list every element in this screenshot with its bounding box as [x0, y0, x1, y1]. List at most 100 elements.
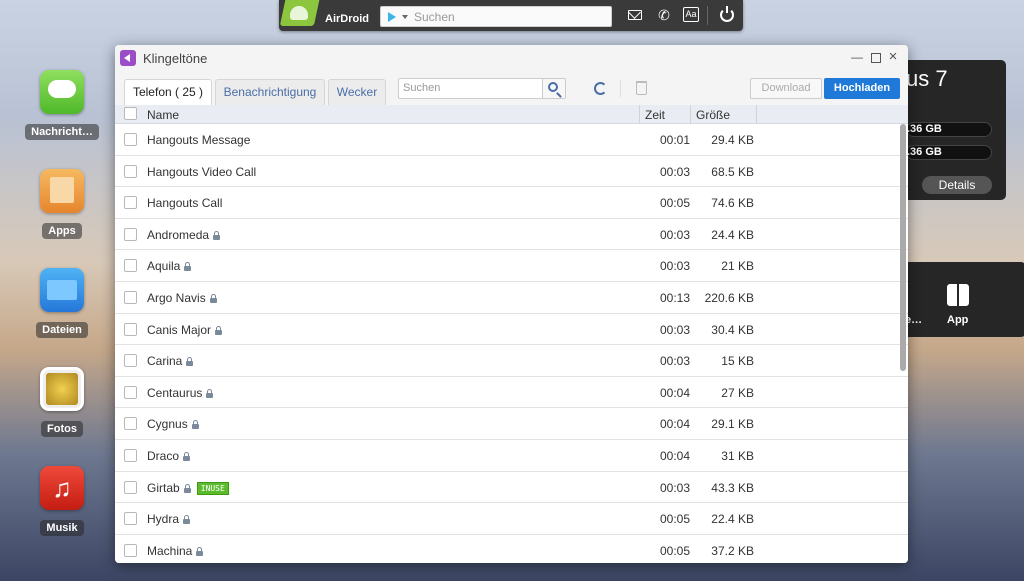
google-play-icon[interactable]	[388, 12, 396, 22]
ringtone-search-input[interactable]: Suchen	[398, 78, 566, 99]
ringtone-time: 00:05	[660, 196, 691, 211]
table-row[interactable]: Hangouts Call 00:05 74.6 KB	[115, 187, 908, 219]
airdroid-logo[interactable]: AirDroid	[279, 0, 375, 31]
table-row[interactable]: Hangouts Message 00:01 29.4 KB	[115, 124, 908, 156]
trash-icon[interactable]	[636, 81, 647, 95]
inuse-badge: INUSE	[196, 481, 229, 495]
select-all-checkbox[interactable]	[124, 107, 137, 120]
ringtone-name: Machina	[147, 544, 204, 558]
row-checkbox[interactable]	[124, 164, 137, 178]
ringtone-size: 15 KB	[721, 354, 754, 369]
desktop-label: Musik	[40, 520, 84, 536]
ringtone-name-text: Hangouts Call	[147, 196, 223, 211]
ringtone-time: 00:04	[660, 448, 691, 463]
app-label[interactable]: App	[947, 314, 968, 326]
ringtone-time: 00:03	[660, 227, 691, 242]
lock-icon	[183, 483, 191, 493]
table-row[interactable]: Hydra 00:05 22.4 KB	[115, 503, 908, 535]
app-icon[interactable]	[947, 284, 969, 306]
table-row[interactable]: Carina 00:03 15 KB	[115, 345, 908, 377]
table-row[interactable]: Machina 00:05 37.2 KB	[115, 534, 908, 563]
tab-telefon[interactable]: Telefon ( 25 )	[124, 79, 212, 105]
row-checkbox[interactable]	[124, 512, 137, 526]
minimize-icon[interactable]: —	[850, 50, 864, 64]
row-checkbox[interactable]	[124, 259, 137, 273]
table-row[interactable]: Argo Navis 00:13 220.6 KB	[115, 281, 908, 314]
ringtone-size: 29.4 KB	[711, 133, 754, 147]
table-row[interactable]: Hangouts Video Call 00:03 68.5 KB	[115, 155, 908, 188]
table-row[interactable]: Andromeda 00:03 24.4 KB	[115, 218, 908, 251]
column-time[interactable]: Zeit	[645, 108, 665, 122]
table-row[interactable]: Canis Major 00:03 30.4 KB	[115, 313, 908, 346]
upload-button[interactable]: Hochladen	[824, 78, 900, 99]
lock-icon	[213, 230, 221, 240]
search-button[interactable]	[542, 79, 565, 98]
row-checkbox[interactable]	[124, 354, 137, 368]
ringtone-name-text: Canis Major	[147, 322, 212, 337]
row-checkbox[interactable]	[124, 322, 137, 336]
photos-icon	[40, 367, 84, 411]
ringtone-size: 22.4 KB	[711, 512, 754, 527]
row-checkbox[interactable]	[124, 227, 137, 241]
scrollbar[interactable]	[900, 124, 906, 371]
table-row[interactable]: Draco 00:04 31 KB	[115, 439, 908, 472]
lock-icon	[206, 388, 214, 398]
ringtone-time: 00:03	[660, 354, 691, 369]
maximize-icon[interactable]	[868, 50, 882, 64]
row-checkbox[interactable]	[124, 133, 137, 146]
chevron-down-icon[interactable]	[402, 15, 408, 19]
row-checkbox[interactable]	[124, 480, 137, 494]
refresh-icon[interactable]	[594, 82, 607, 95]
power-icon[interactable]	[720, 6, 734, 22]
tools-panel: e… App	[900, 262, 1024, 337]
row-checkbox[interactable]	[124, 543, 137, 557]
ringtone-time: 00:05	[660, 543, 691, 558]
message-add-icon[interactable]	[627, 7, 645, 23]
details-button[interactable]: Details	[922, 176, 992, 194]
desktop-item-messages[interactable]: Nachricht…	[24, 70, 100, 140]
row-checkbox[interactable]	[124, 448, 137, 462]
ringtone-size: 68.5 KB	[711, 164, 754, 179]
column-name[interactable]: Name	[147, 108, 179, 122]
ringtone-name-text: Andromeda	[147, 227, 210, 242]
phone-icon[interactable]: ✆	[655, 7, 673, 23]
download-button[interactable]: Download	[750, 78, 822, 99]
tab-wecker[interactable]: Wecker	[328, 79, 386, 105]
lock-icon	[209, 293, 217, 303]
lock-icon	[215, 325, 223, 335]
table-header: Name Zeit Größe	[115, 105, 908, 124]
ringtone-name: Draco	[147, 449, 191, 463]
desktop-item-apps[interactable]: Apps	[24, 169, 100, 239]
font-icon[interactable]: Aa	[683, 7, 699, 22]
desktop-item-files[interactable]: Dateien	[24, 268, 100, 338]
table-row[interactable]: Centaurus 00:04 27 KB	[115, 376, 908, 409]
storage-bar: .36 GB	[906, 122, 992, 137]
top-search-input[interactable]: Suchen	[380, 6, 612, 27]
ringtone-name: Centaurus	[147, 386, 214, 400]
table-row[interactable]: Girtab INUSE 00:03 43.3 KB	[115, 471, 908, 504]
desktop-item-photos[interactable]: Fotos	[24, 367, 100, 437]
row-checkbox[interactable]	[124, 290, 137, 304]
apps-icon	[40, 169, 84, 213]
desktop-item-music[interactable]: ♫ Musik	[24, 466, 100, 536]
table-row[interactable]: Cygnus 00:04 29.1 KB	[115, 408, 908, 440]
ringtone-name-text: Aquila	[147, 259, 181, 274]
ringtone-size: 220.6 KB	[704, 290, 754, 305]
ringtone-time: 00:05	[660, 512, 691, 527]
ringtone-size: 37.2 KB	[711, 543, 754, 558]
column-size[interactable]: Größe	[696, 108, 730, 122]
row-checkbox[interactable]	[124, 196, 137, 210]
row-checkbox[interactable]	[124, 385, 137, 399]
logo-text: AirDroid	[325, 13, 369, 25]
ringtone-size: 29.1 KB	[711, 417, 754, 432]
tab-benachrichtigung[interactable]: Benachrichtigung	[215, 79, 325, 105]
ringtone-name-text: Hangouts Video Call	[147, 164, 257, 179]
table-row[interactable]: Aquila 00:03 21 KB	[115, 250, 908, 282]
window-title: Klingeltöne	[143, 51, 208, 66]
window-titlebar[interactable]: Klingeltöne — ×	[115, 45, 908, 71]
desktop-label: Nachricht…	[25, 124, 99, 140]
close-icon[interactable]: ×	[886, 49, 900, 64]
ringtone-name: Andromeda	[147, 227, 221, 242]
row-checkbox[interactable]	[124, 417, 137, 431]
device-panel: us 7 .36 GB .36 GB Details	[900, 60, 1006, 200]
